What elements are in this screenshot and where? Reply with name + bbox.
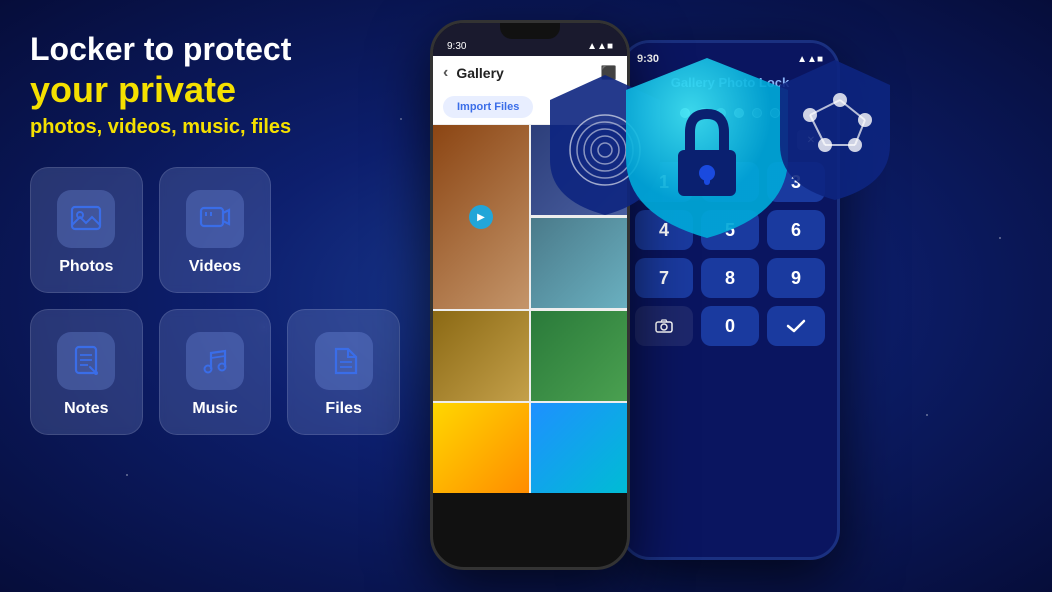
pin-dot-6 — [770, 108, 780, 118]
phone-right-time: 9:30 — [637, 53, 659, 65]
phone-right: 9:30 ▲▲■ Gallery Photo Lock ✕ 1 2 3 4 5 … — [620, 40, 840, 560]
headline-line2: your private — [30, 68, 450, 111]
gallery-item-4 — [433, 311, 529, 401]
phone-left-status-icons: ▲▲■ — [587, 41, 613, 52]
gallery-item-2 — [531, 125, 627, 215]
music-card[interactable]: Music — [159, 309, 272, 435]
num-key-6[interactable]: 6 — [767, 210, 825, 250]
notes-label: Notes — [64, 400, 108, 418]
files-label: Files — [325, 400, 361, 418]
subheadline: photos, videos, music, files — [30, 116, 450, 139]
pin-dot-1 — [680, 108, 690, 118]
pin-dots-row — [623, 100, 837, 126]
play-icon: ▶ — [469, 205, 493, 229]
app-icons-grid: Photos Videos — [30, 167, 400, 435]
files-icon — [315, 332, 373, 390]
left-section: Locker to protect your private photos, v… — [30, 30, 450, 435]
headline: Locker to protect your private — [30, 30, 450, 112]
photos-card[interactable]: Photos — [30, 167, 143, 293]
video-icon: ⬛ — [601, 65, 617, 81]
num-key-camera[interactable] — [635, 306, 693, 346]
gallery-item-3 — [531, 218, 627, 308]
gallery-item-6 — [433, 403, 529, 493]
num-key-0[interactable]: 0 — [701, 306, 759, 346]
num-key-4[interactable]: 4 — [635, 210, 693, 250]
num-key-7[interactable]: 7 — [635, 258, 693, 298]
phone-left-title: Gallery — [456, 65, 592, 81]
photos-label: Photos — [59, 258, 113, 276]
pin-input-row: ✕ — [623, 126, 837, 154]
pin-dot-3 — [716, 108, 726, 118]
pin-dot-4 — [734, 108, 744, 118]
numpad: 1 2 3 4 5 6 7 8 9 0 — [623, 158, 837, 356]
phone-left-notch — [500, 23, 560, 39]
num-key-5[interactable]: 5 — [701, 210, 759, 250]
back-arrow-icon[interactable]: ‹ — [443, 64, 448, 82]
import-files-button[interactable]: Import Files — [443, 96, 533, 118]
phone-left-import-area: Import Files — [433, 90, 627, 125]
pin-dot-5 — [752, 108, 762, 118]
num-key-3[interactable]: 3 — [767, 162, 825, 202]
videos-label: Videos — [189, 258, 241, 276]
phone-right-status-icons: ▲▲■ — [797, 54, 823, 65]
gallery-item-7 — [531, 403, 627, 493]
photos-icon — [57, 190, 115, 248]
gallery-grid: ▶ — [433, 125, 627, 493]
phone-left: 9:30 ▲▲■ ‹ Gallery ⬛ Import Files ▶ — [430, 20, 630, 570]
phone-left-time: 9:30 — [447, 41, 466, 52]
num-key-9[interactable]: 9 — [767, 258, 825, 298]
videos-card[interactable]: Videos — [159, 167, 272, 293]
gallery-item-1: ▶ — [433, 125, 529, 309]
gallery-item-5 — [531, 311, 627, 401]
music-icon — [186, 332, 244, 390]
music-label: Music — [192, 400, 237, 418]
num-key-2[interactable]: 2 — [701, 162, 759, 202]
phone-right-title: Gallery Photo Lock — [623, 69, 837, 100]
phone-left-header: ‹ Gallery ⬛ — [433, 56, 627, 90]
notes-icon — [57, 332, 115, 390]
num-key-1[interactable]: 1 — [635, 162, 693, 202]
files-card[interactable]: Files — [287, 309, 400, 435]
phone-right-status-bar: 9:30 ▲▲■ — [623, 43, 837, 69]
notes-card[interactable]: Notes — [30, 309, 143, 435]
headline-line1: Locker to protect — [30, 31, 291, 67]
num-key-confirm[interactable] — [767, 306, 825, 346]
pin-delete-button[interactable]: ✕ — [797, 130, 825, 150]
pin-dot-2 — [698, 108, 708, 118]
num-key-8[interactable]: 8 — [701, 258, 759, 298]
videos-icon — [186, 190, 244, 248]
